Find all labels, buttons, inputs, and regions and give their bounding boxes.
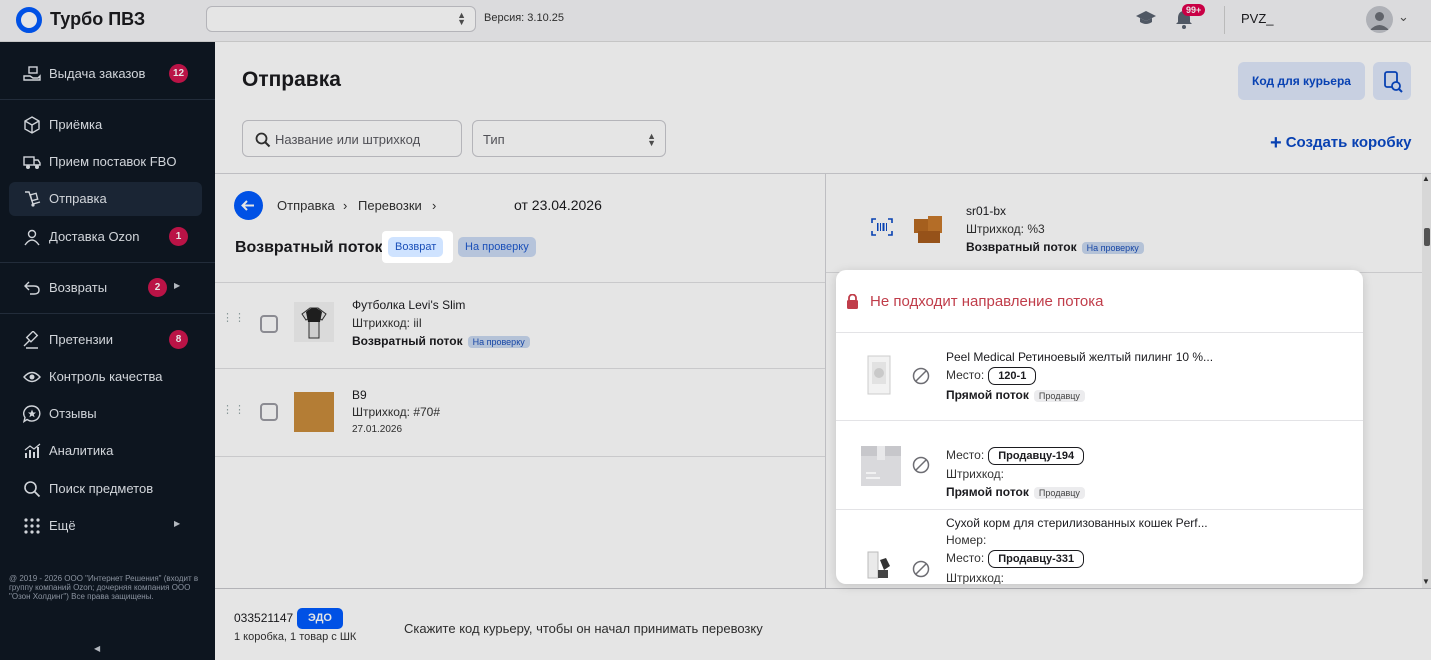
product-thumbnail	[867, 355, 891, 395]
status-badge: Продавцу	[1033, 487, 1085, 499]
product-name: Peel Medical Ретиноевый желтый пилинг 10…	[946, 350, 1214, 364]
divider	[836, 509, 1363, 510]
place-label: Место:	[946, 448, 985, 463]
divider	[836, 332, 1363, 333]
place-label: Место:	[946, 551, 985, 566]
place-badge: Продавцу-194	[988, 447, 1085, 465]
ban-icon	[912, 560, 930, 578]
box-placeholder-icon	[861, 446, 901, 486]
ban-icon	[912, 367, 930, 385]
lock-icon	[847, 294, 858, 309]
review-chip[interactable]: На проверку	[458, 237, 536, 257]
place-badge: Продавцу-331	[988, 550, 1085, 568]
place-label: Место:	[946, 368, 985, 383]
product-flow: Прямой поток Продавцу	[946, 388, 1085, 402]
product-place: Место: 120-1	[946, 367, 1037, 385]
popover-title: Не подходит направление потока	[870, 293, 1104, 310]
product-thumbnail	[867, 551, 890, 579]
product-name: Сухой корм для стерилизованных кошек Per…	[946, 516, 1208, 530]
product-barcode: Штрихкод:	[946, 467, 1005, 481]
place-badge: 120-1	[988, 367, 1037, 385]
product-number: Номер:	[946, 533, 987, 547]
flow-mismatch-popover: Не подходит направление потока Peel Medi…	[836, 270, 1363, 584]
product-flow-label: Прямой поток	[946, 388, 1029, 402]
product-place: Место: Продавцу-331	[946, 550, 1085, 568]
product-barcode: Штрихкод:	[946, 571, 1005, 584]
ban-icon	[912, 456, 930, 474]
product-place: Место: Продавцу-194	[946, 447, 1085, 465]
status-badge: Продавцу	[1033, 390, 1085, 402]
product-flow: Прямой поток Продавцу	[946, 485, 1085, 499]
divider	[836, 420, 1363, 421]
return-chip[interactable]: Возврат	[388, 237, 444, 257]
product-flow-label: Прямой поток	[946, 485, 1029, 499]
